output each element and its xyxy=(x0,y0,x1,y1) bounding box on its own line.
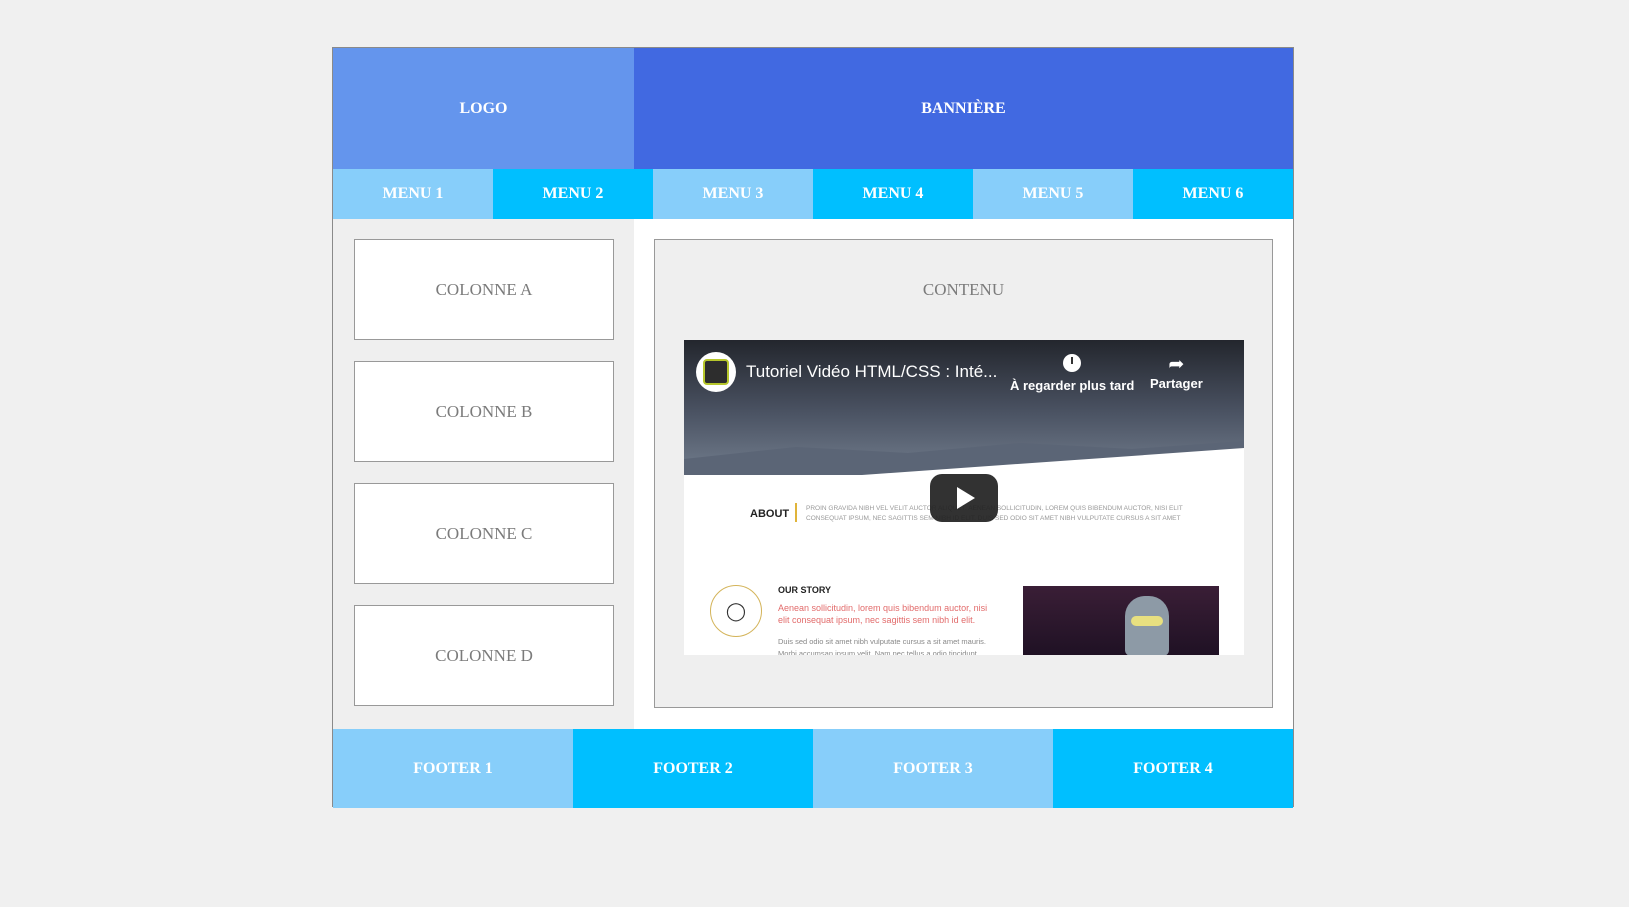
footer-2: FOOTER 2 xyxy=(573,729,813,808)
column-b: COLONNE B xyxy=(354,361,614,462)
column-c: COLONNE C xyxy=(354,483,614,584)
banner: BANNIÈRE xyxy=(634,48,1293,169)
header: LOGO BANNIÈRE xyxy=(333,48,1293,169)
video-title[interactable]: Tutoriel Vidéo HTML/CSS : Inté... xyxy=(746,362,997,382)
lightbulb-icon: ◯ xyxy=(710,585,762,637)
content-wrapper: CONTENU Tutoriel Vidéo HTML/CSS : Inté..… xyxy=(634,219,1293,729)
robot-visor xyxy=(1131,616,1163,626)
column-a: COLONNE A xyxy=(354,239,614,340)
about-heading: ABOUT xyxy=(750,508,790,520)
page-container: LOGO BANNIÈRE MENU 1 MENU 2 MENU 3 MENU … xyxy=(332,47,1294,808)
menu-item-3[interactable]: MENU 3 xyxy=(653,169,813,219)
footer: FOOTER 1 FOOTER 2 FOOTER 3 FOOTER 4 xyxy=(333,729,1293,808)
footer-1: FOOTER 1 xyxy=(333,729,573,808)
menu-item-1[interactable]: MENU 1 xyxy=(333,169,493,219)
sidebar: COLONNE A COLONNE B COLONNE C COLONNE D xyxy=(333,219,634,729)
column-d: COLONNE D xyxy=(354,605,614,706)
share-label: Partager xyxy=(1150,376,1203,391)
story-highlight-text: Aenean sollicitudin, lorem quis bibendum… xyxy=(778,603,988,625)
story-heading: OUR STORY xyxy=(778,585,832,595)
share-button[interactable]: ➦ Partager xyxy=(1150,354,1203,391)
menu-item-2[interactable]: MENU 2 xyxy=(493,169,653,219)
main-menu: MENU 1 MENU 2 MENU 3 MENU 4 MENU 5 MENU … xyxy=(333,169,1293,219)
menu-item-4[interactable]: MENU 4 xyxy=(813,169,973,219)
menu-item-5[interactable]: MENU 5 xyxy=(973,169,1133,219)
logo[interactable]: LOGO xyxy=(333,48,634,169)
about-divider xyxy=(795,503,797,522)
robot-image xyxy=(1023,586,1219,655)
clock-icon xyxy=(1010,354,1134,378)
channel-logo-icon[interactable] xyxy=(696,352,736,392)
video-embed[interactable]: Tutoriel Vidéo HTML/CSS : Inté... À rega… xyxy=(684,340,1244,655)
story-body-text: Duis sed odio sit amet nibh vulputate cu… xyxy=(778,637,987,655)
content-title: CONTENU xyxy=(922,280,1005,299)
footer-4: FOOTER 4 xyxy=(1053,729,1293,808)
content-box: CONTENU Tutoriel Vidéo HTML/CSS : Inté..… xyxy=(654,239,1273,708)
main-area: COLONNE A COLONNE B COLONNE C COLONNE D … xyxy=(333,219,1293,729)
share-arrow-icon: ➦ xyxy=(1168,354,1185,375)
about-text: PROIN GRAVIDA NIBH VEL VELIT AUCTOR ALIQ… xyxy=(806,505,1183,522)
menu-item-6[interactable]: MENU 6 xyxy=(1133,169,1293,219)
watch-later-button[interactable]: À regarder plus tard xyxy=(1010,354,1134,393)
watch-later-label: À regarder plus tard xyxy=(1010,378,1135,393)
play-button-icon[interactable] xyxy=(930,474,998,522)
footer-3: FOOTER 3 xyxy=(813,729,1053,808)
